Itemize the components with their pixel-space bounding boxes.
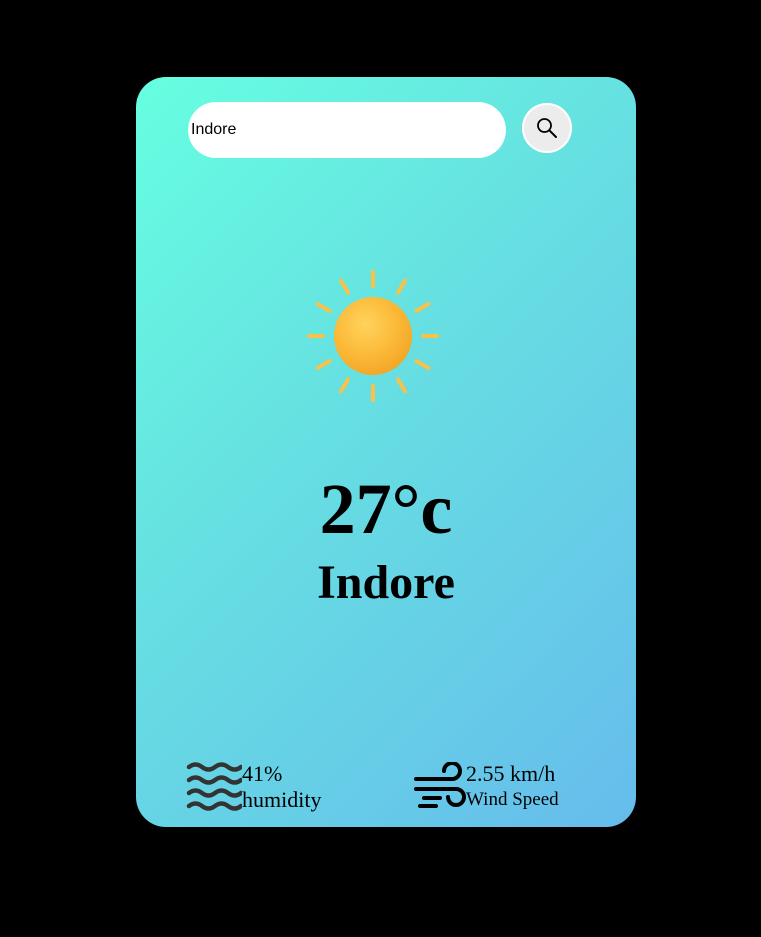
- sun-icon: [307, 270, 439, 402]
- weather-card: 27°c Indore 41% humidity 2.55 km/h: [136, 77, 636, 827]
- search-button[interactable]: [522, 103, 572, 153]
- wind-label: Wind Speed: [466, 789, 559, 810]
- search-icon: [537, 118, 557, 138]
- wind-icon: [414, 762, 466, 808]
- humidity-label: humidity: [242, 787, 322, 812]
- city-name: Indore: [317, 556, 455, 609]
- humidity-waves-icon: [186, 762, 242, 811]
- humidity-value: 41%: [242, 761, 283, 786]
- humidity-detail: 41% humidity: [186, 761, 321, 813]
- wind-detail: 2.55 km/h Wind Speed: [414, 761, 559, 813]
- search-input[interactable]: [188, 102, 506, 158]
- wind-value: 2.55 km/h: [466, 761, 556, 786]
- temperature: 27°c: [319, 469, 453, 549]
